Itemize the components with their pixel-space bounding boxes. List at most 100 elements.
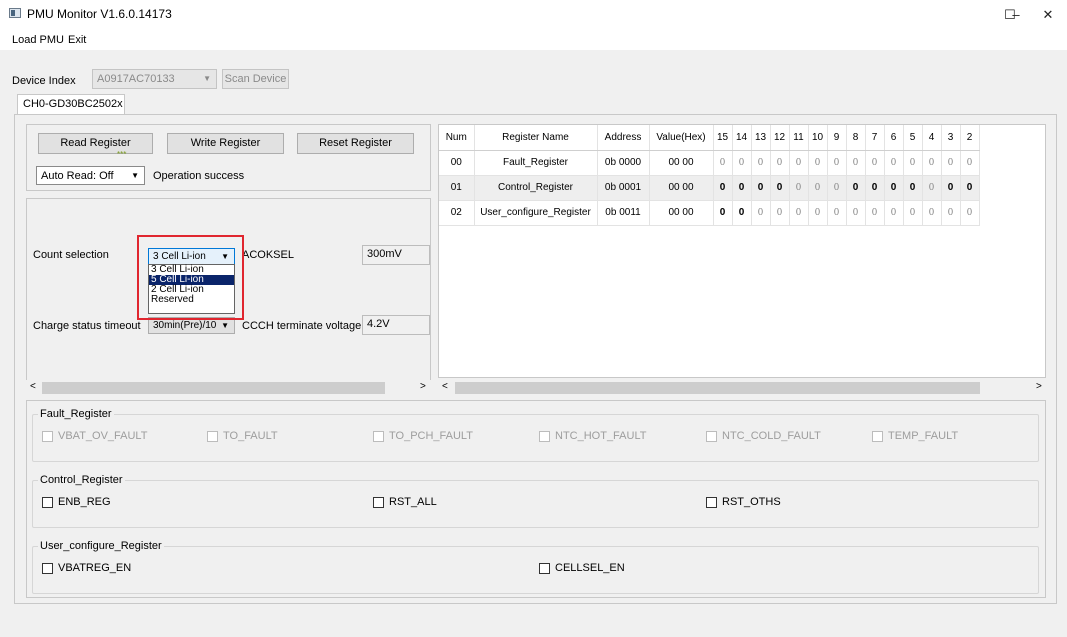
cell-bit[interactable]: 0 (827, 200, 847, 226)
ccch-voltage-field[interactable]: 4.2V (362, 315, 430, 335)
table-row[interactable]: 00 Fault_Register 0b 0000 00 00 0 0 0 0 0 0 0 0 0 0 0 0… (439, 150, 980, 176)
col-header[interactable]: 8 (846, 125, 866, 151)
cell-address[interactable]: 0b 0001 (597, 175, 650, 201)
cell-bit[interactable]: 0 (922, 175, 942, 201)
cell-bit[interactable]: 0 (789, 150, 809, 176)
cell-bit[interactable]: 0 (713, 175, 733, 201)
checkbox-vbat-ov-fault[interactable]: VBAT_OV_FAULT (42, 430, 147, 442)
cell-bit[interactable]: 0 (846, 175, 866, 201)
auto-read-select[interactable]: Auto Read: Off ▼ (36, 166, 145, 185)
table-row[interactable]: 01 Control_Register 0b 0001 00 00 0 0 0 0 0 0 0 0 0 0… (439, 175, 980, 201)
cell-bit[interactable]: 0 (846, 150, 866, 176)
cell-bit[interactable]: 0 (751, 175, 771, 201)
scroll-right-icon[interactable]: > (420, 381, 426, 392)
cell-bit[interactable]: 0 (732, 200, 752, 226)
tab-ch0[interactable]: CH0-GD30BC2502x (17, 94, 125, 115)
cell-bit[interactable]: 0 (903, 175, 923, 201)
col-header[interactable]: 6 (884, 125, 904, 151)
cell-bit[interactable]: 0 (827, 175, 847, 201)
maximize-button[interactable]: ☐ (995, 6, 1025, 24)
col-header[interactable]: 14 (732, 125, 752, 151)
cell-bit[interactable]: 0 (808, 200, 828, 226)
cell-bit[interactable]: 0 (884, 200, 904, 226)
cell-bit[interactable]: 0 (713, 150, 733, 176)
reset-register-button[interactable]: Reset Register (297, 133, 414, 154)
cell-num[interactable]: 02 (439, 200, 475, 226)
cell-bit[interactable]: 0 (789, 200, 809, 226)
col-header[interactable]: 4 (922, 125, 942, 151)
cell-bit[interactable]: 0 (770, 175, 790, 201)
checkbox-ntc-cold-fault[interactable]: NTC_COLD_FAULT (706, 430, 821, 442)
cell-register-name[interactable]: Fault_Register (474, 150, 598, 176)
cell-register-name[interactable]: Control_Register (474, 175, 598, 201)
write-register-button[interactable]: Write Register (167, 133, 284, 154)
cell-bit[interactable]: 0 (751, 150, 771, 176)
checkbox-cellsel-en[interactable]: CELLSEL_EN (539, 562, 625, 574)
col-header[interactable]: 15 (713, 125, 733, 151)
cell-bit[interactable]: 0 (770, 150, 790, 176)
checkbox-to-fault[interactable]: TO_FAULT (207, 430, 278, 442)
col-header[interactable]: Value(Hex) (649, 125, 714, 151)
col-header[interactable]: 2 (960, 125, 980, 151)
cell-bit[interactable]: 0 (903, 150, 923, 176)
cell-num[interactable]: 01 (439, 175, 475, 201)
cell-bit[interactable]: 0 (941, 175, 961, 201)
scroll-left-icon[interactable]: < (30, 381, 36, 392)
checkbox-rst-oths[interactable]: RST_OTHS (706, 496, 781, 508)
cell-bit[interactable]: 0 (960, 200, 980, 226)
col-header[interactable]: Register Name (474, 125, 598, 151)
cell-bit[interactable]: 0 (808, 175, 828, 201)
col-header[interactable]: 9 (827, 125, 847, 151)
cell-value[interactable]: 00 00 (649, 150, 714, 176)
checkbox-ntc-hot-fault[interactable]: NTC_HOT_FAULT (539, 430, 646, 442)
col-header[interactable]: 5 (903, 125, 923, 151)
scroll-thumb[interactable] (455, 382, 980, 394)
cell-bit[interactable]: 0 (941, 200, 961, 226)
checkbox-temp-fault[interactable]: TEMP_FAULT (872, 430, 958, 442)
cell-bit[interactable]: 0 (732, 150, 752, 176)
cell-bit[interactable]: 0 (884, 175, 904, 201)
cell-register-name[interactable]: User_configure_Register (474, 200, 598, 226)
cell-bit[interactable]: 0 (808, 150, 828, 176)
close-button[interactable]: ✕ (1033, 6, 1063, 24)
col-header[interactable]: 10 (808, 125, 828, 151)
menu-load-pmu[interactable]: Load PMU (12, 34, 64, 46)
checkbox-vbatreg-en[interactable]: VBATREG_EN (42, 562, 131, 574)
scroll-right-icon[interactable]: > (1036, 381, 1042, 392)
cell-bit[interactable]: 0 (865, 200, 885, 226)
cell-bit[interactable]: 0 (865, 175, 885, 201)
col-header[interactable]: Num (439, 125, 475, 151)
scroll-left-icon[interactable]: < (442, 381, 448, 392)
col-header[interactable]: 12 (770, 125, 790, 151)
col-header[interactable]: 7 (865, 125, 885, 151)
checkbox-rst-all[interactable]: RST_ALL (373, 496, 437, 508)
cell-bit[interactable]: 0 (732, 175, 752, 201)
cell-value[interactable]: 00 00 (649, 175, 714, 201)
col-header[interactable]: 11 (789, 125, 809, 151)
cell-address[interactable]: 0b 0011 (597, 200, 650, 226)
cell-num[interactable]: 00 (439, 150, 475, 176)
cell-bit[interactable]: 0 (960, 175, 980, 201)
cell-bit[interactable]: 0 (789, 175, 809, 201)
cell-bit[interactable]: 0 (922, 150, 942, 176)
checkbox-enb-reg[interactable]: ENB_REG (42, 496, 111, 508)
acoksel-field[interactable]: 300mV (362, 245, 430, 265)
table-row[interactable]: 02 User_configure_Register 0b 0011 00 00 0 0 0… (439, 200, 980, 226)
checkbox-to-pch-fault[interactable]: TO_PCH_FAULT (373, 430, 473, 442)
scroll-thumb[interactable] (42, 382, 385, 394)
col-header[interactable]: 13 (751, 125, 771, 151)
cell-bit[interactable]: 0 (903, 200, 923, 226)
col-header[interactable]: Address (597, 125, 650, 151)
cell-address[interactable]: 0b 0000 (597, 150, 650, 176)
read-register-button[interactable]: Read Register (38, 133, 153, 154)
cell-bit[interactable]: 0 (713, 200, 733, 226)
cell-bit[interactable]: 0 (884, 150, 904, 176)
cell-bit[interactable]: 0 (846, 200, 866, 226)
cell-bit[interactable]: 0 (922, 200, 942, 226)
menu-exit[interactable]: Exit (68, 34, 86, 46)
col-header[interactable]: 3 (941, 125, 961, 151)
cell-bit[interactable]: 0 (865, 150, 885, 176)
cell-bit[interactable]: 0 (751, 200, 771, 226)
cell-bit[interactable]: 0 (770, 200, 790, 226)
cell-bit[interactable]: 0 (941, 150, 961, 176)
